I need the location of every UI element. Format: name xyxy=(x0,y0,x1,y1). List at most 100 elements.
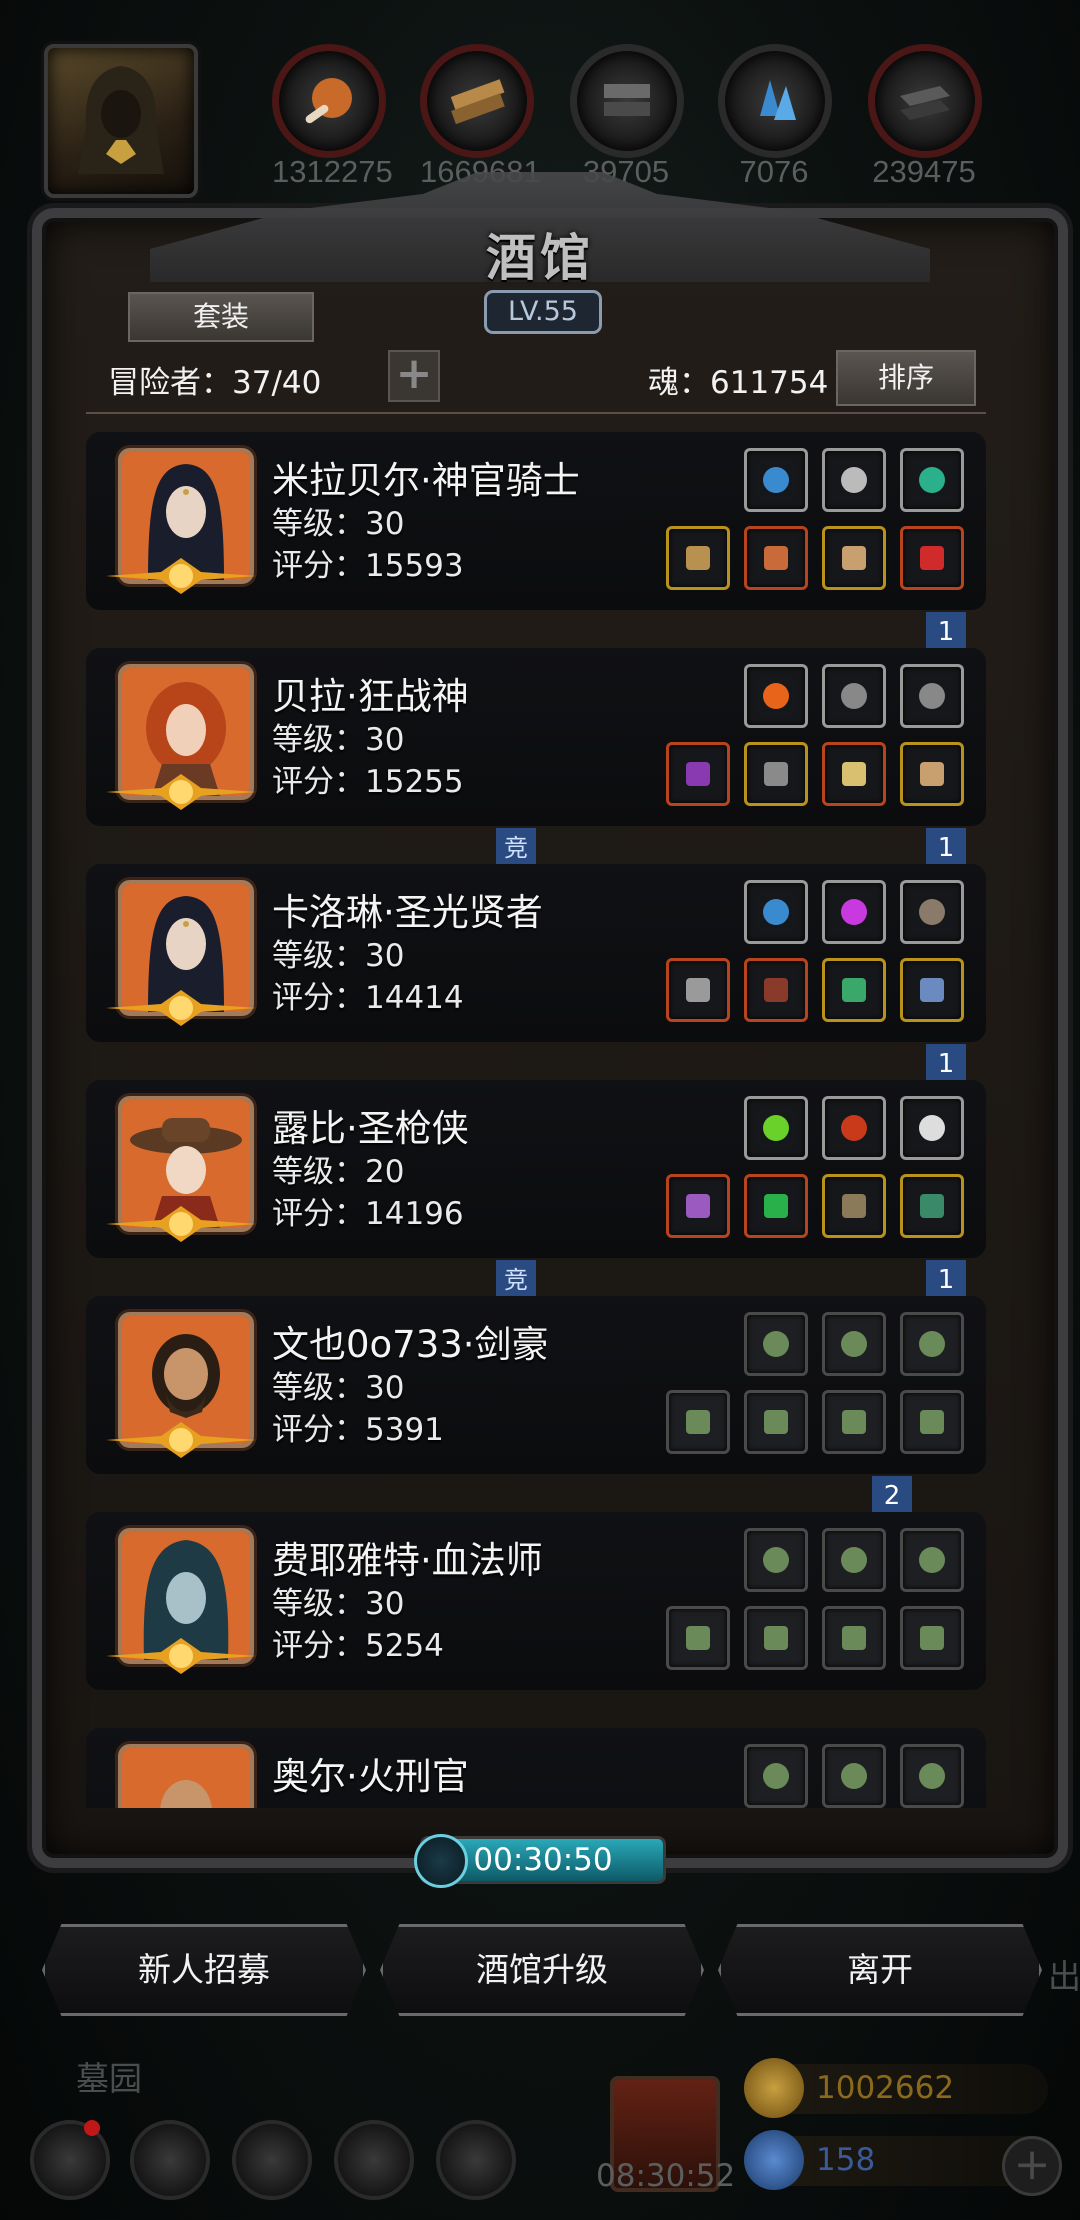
hero-score: 评分：14196 xyxy=(272,1196,464,1232)
chestplate-icon[interactable] xyxy=(744,1174,808,1238)
add-gems-button[interactable]: + xyxy=(1002,2136,1062,2196)
wood-icon xyxy=(420,44,534,158)
hero-card[interactable]: 文也0o733·剑豪 等级：30 评分：5391 xyxy=(86,1296,986,1474)
divider xyxy=(86,412,986,414)
set-button[interactable]: 套装 xyxy=(128,292,314,342)
panel-title: 酒馆 xyxy=(486,229,594,287)
hero-level: 等级：30 xyxy=(272,1370,405,1406)
emblem-icon[interactable] xyxy=(900,1096,964,1160)
hero-name: 米拉贝尔·神官骑士 xyxy=(272,459,580,502)
iron-icon xyxy=(868,44,982,158)
mail-icon[interactable] xyxy=(334,2120,414,2200)
gauntlet-icon[interactable] xyxy=(900,742,964,806)
hooded-figure-icon xyxy=(78,66,164,174)
hero-level: 等级：30 xyxy=(272,938,405,974)
hero-card[interactable]: 贝拉·狂战神 等级：30 评分：15255 xyxy=(86,648,986,826)
helmet-icon[interactable] xyxy=(822,742,886,806)
hero-list[interactable]: 米拉贝尔·神官骑士 等级：30 评分：15593 1 贝拉·狂战神 等级：30 评分：152… xyxy=(86,428,996,1808)
empty-slot-icon[interactable] xyxy=(666,1390,730,1454)
skull-icon[interactable] xyxy=(822,526,886,590)
hero-card[interactable]: 卡洛琳·圣光贤者 等级：30 评分：14414 xyxy=(86,864,986,1042)
potion-icon[interactable] xyxy=(744,1096,808,1160)
resource-value: 1312275 xyxy=(272,154,393,189)
mask-icon[interactable] xyxy=(822,448,886,512)
hero-score: 评分：5391 xyxy=(272,1412,444,1448)
gold-coin-icon xyxy=(744,2058,804,2118)
boot-icon[interactable] xyxy=(744,958,808,1022)
recruit-button[interactable]: 新人招募 xyxy=(42,1924,366,2016)
orb-icon[interactable] xyxy=(744,880,808,944)
hero-card[interactable]: 米拉贝尔·神官骑士 等级：30 评分：15593 xyxy=(86,432,986,610)
resource-iron: 239475 xyxy=(868,44,982,190)
bracelet-icon[interactable] xyxy=(900,1174,964,1238)
sort-button[interactable]: 排序 xyxy=(836,350,976,406)
meat-icon xyxy=(272,44,386,158)
hero-name: 露比·圣枪侠 xyxy=(272,1107,469,1150)
empty-slot-icon[interactable] xyxy=(822,1528,886,1592)
resource-meat: 1312275 xyxy=(272,44,393,190)
player-avatar[interactable] xyxy=(44,44,198,198)
leave-button[interactable]: 离开 xyxy=(718,1924,1042,2016)
empty-slot-icon[interactable] xyxy=(822,1390,886,1454)
empty-slot-icon[interactable] xyxy=(822,1606,886,1670)
empty-slot-icon[interactable] xyxy=(744,1606,808,1670)
orb-icon[interactable] xyxy=(744,448,808,512)
map-icon[interactable] xyxy=(232,2120,312,2200)
flame-icon[interactable] xyxy=(744,664,808,728)
feather-icon[interactable] xyxy=(900,664,964,728)
empty-slot-icon[interactable] xyxy=(744,1528,808,1592)
empty-slot-icon[interactable] xyxy=(744,1312,808,1376)
empty-slot-icon[interactable] xyxy=(744,1390,808,1454)
empty-slot-icon[interactable] xyxy=(900,1312,964,1376)
crown-icon[interactable] xyxy=(822,1174,886,1238)
add-slot-button[interactable]: + xyxy=(388,350,440,402)
empty-slot-icon[interactable] xyxy=(822,1312,886,1376)
upgrade-tavern-button[interactable]: 酒馆升级 xyxy=(380,1924,704,2016)
empty-slot-icon[interactable] xyxy=(900,1390,964,1454)
empty-slot-icon[interactable] xyxy=(822,1744,886,1808)
axe-icon[interactable] xyxy=(666,526,730,590)
star-rank-icon xyxy=(106,1202,256,1246)
jade-icon[interactable] xyxy=(900,448,964,512)
empty-slot-icon[interactable] xyxy=(666,1606,730,1670)
empty-slot-icon[interactable] xyxy=(900,1606,964,1670)
hero-name: 费耶雅特·血法师 xyxy=(272,1539,543,1582)
empty-slot-icon[interactable] xyxy=(900,1744,964,1808)
empty-slot-icon[interactable] xyxy=(900,1528,964,1592)
star-rank-icon xyxy=(106,1418,256,1462)
gem-value: 158 xyxy=(816,2142,876,2178)
gem-icon[interactable] xyxy=(822,880,886,944)
gold-value: 1002662 xyxy=(816,2070,955,2106)
side-text: 出 xyxy=(1048,1957,1080,1996)
hero-card[interactable]: 露比·圣枪侠等级：20 评分：14196 xyxy=(86,1080,986,1258)
gift-timer: 08:30:52 xyxy=(596,2158,736,2194)
gem-icon xyxy=(744,2130,804,2190)
box-icon[interactable] xyxy=(436,2120,516,2200)
stone-icon xyxy=(570,44,684,158)
star-rank-icon xyxy=(106,770,256,814)
amulet-icon[interactable] xyxy=(900,958,964,1022)
hero-card[interactable]: 费耶雅特·血法师 等级：30 评分：5254 xyxy=(86,1512,986,1690)
necklace-icon[interactable] xyxy=(822,958,886,1022)
star-rank-icon xyxy=(106,554,256,598)
armor-icon[interactable] xyxy=(744,742,808,806)
star-icon[interactable] xyxy=(130,2120,210,2200)
hero-card[interactable]: 奥尔·火刑官 xyxy=(86,1728,986,1808)
star-rank-icon xyxy=(106,986,256,1030)
dagger-icon[interactable] xyxy=(900,880,964,944)
ring-icon[interactable] xyxy=(900,526,964,590)
adventurer-count: 冒险者：37/40 xyxy=(108,365,322,401)
hero-level: 等级：20 xyxy=(272,1154,405,1190)
hero-score: 评分：15255 xyxy=(272,764,464,800)
resource-wood: 1669681 xyxy=(420,44,541,190)
bald-portrait xyxy=(118,1744,254,1808)
crystal-icon xyxy=(718,44,832,158)
hammer-icon[interactable] xyxy=(666,958,730,1022)
empty-slot-icon[interactable] xyxy=(744,1744,808,1808)
lance-icon[interactable] xyxy=(666,1174,730,1238)
staff-icon[interactable] xyxy=(666,742,730,806)
shield-icon[interactable] xyxy=(822,1096,886,1160)
armor-icon[interactable] xyxy=(744,526,808,590)
location-label: 墓园 xyxy=(76,2059,142,2098)
feather-icon[interactable] xyxy=(822,664,886,728)
